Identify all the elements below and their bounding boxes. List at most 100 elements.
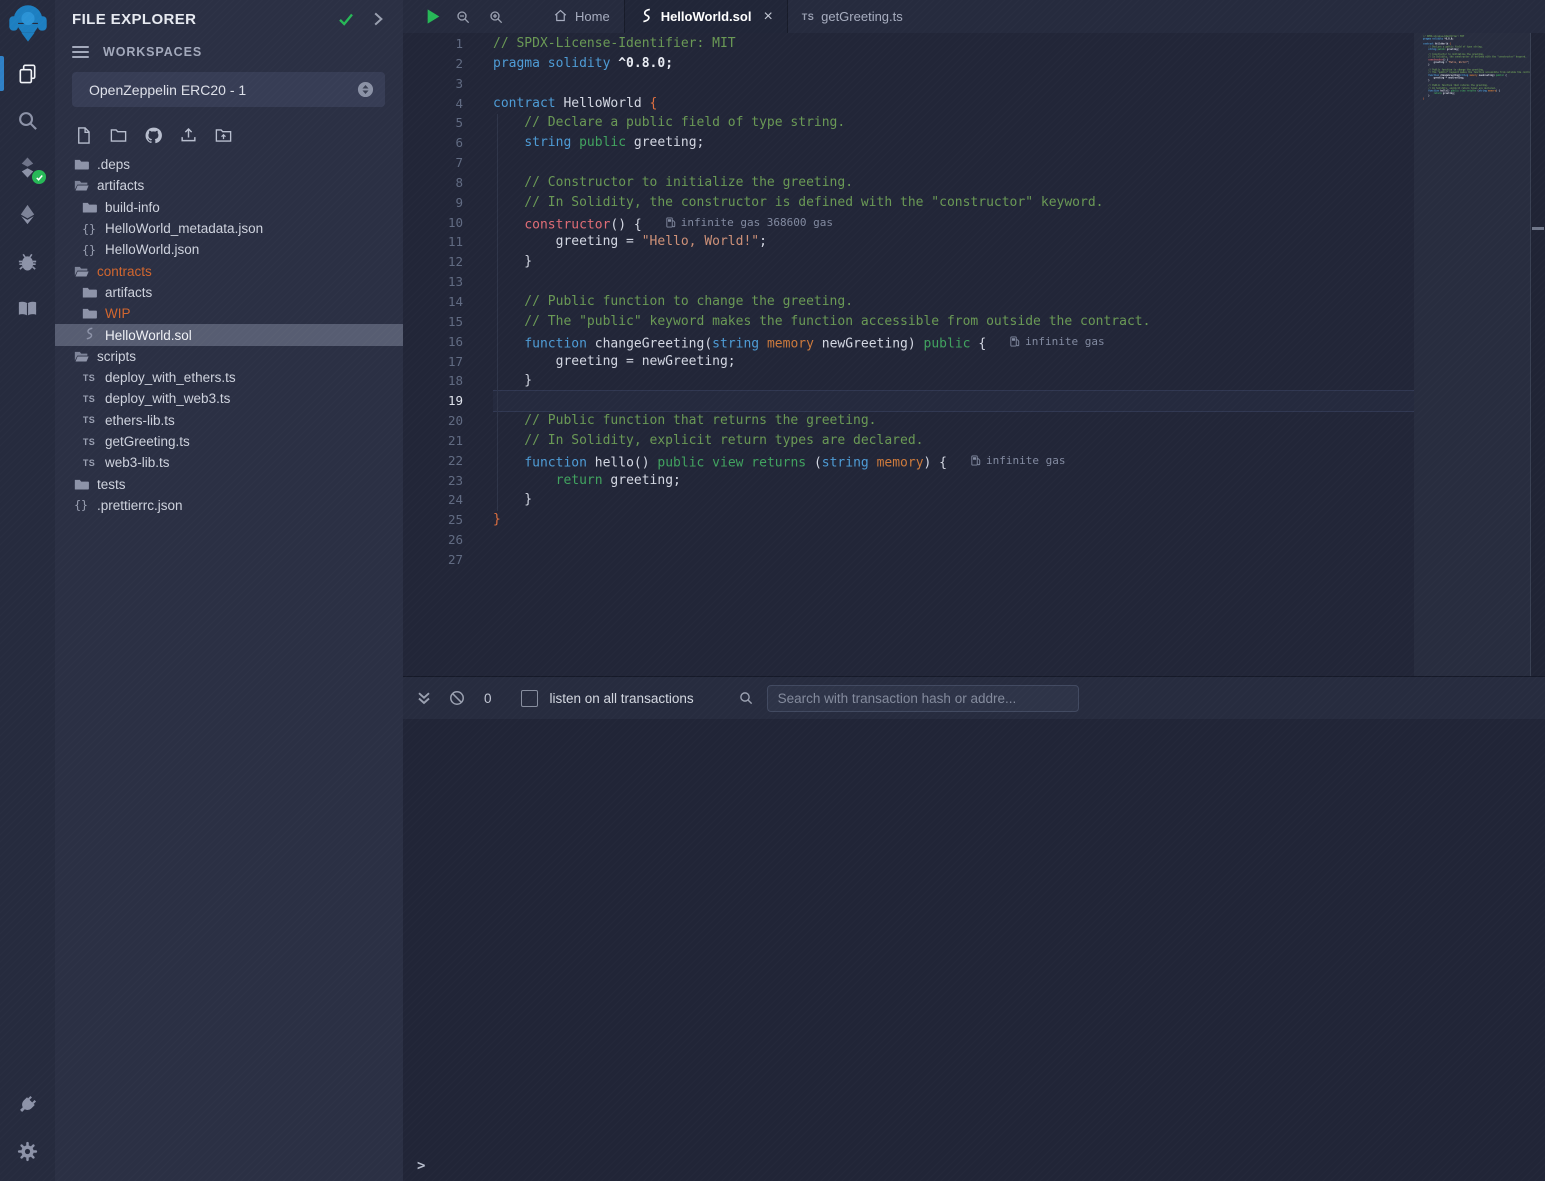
search-icon[interactable] (0, 97, 55, 144)
transaction-count: 0 (484, 691, 492, 706)
code-line[interactable]: return greeting; (493, 471, 1150, 491)
file-explorer-icon[interactable] (0, 50, 55, 97)
panel-chevron-right-icon[interactable] (369, 10, 387, 28)
plugin-manager-icon[interactable] (0, 1081, 55, 1128)
tree-item[interactable]: WIP (55, 303, 403, 324)
tree-item[interactable]: {}HelloWorld_metadata.json (55, 218, 403, 239)
zoom-out-button[interactable] (446, 0, 479, 33)
terminal-collapse-icon[interactable] (416, 690, 432, 706)
code-line[interactable] (493, 74, 1150, 94)
tree-item[interactable]: TSweb3-lib.ts (55, 452, 403, 473)
code-line[interactable]: // Public function to change the greetin… (493, 292, 1150, 312)
solidity-file-icon (639, 8, 654, 26)
tree-item[interactable]: .deps (55, 154, 403, 175)
line-number: 11 (403, 232, 463, 252)
upload-file-icon[interactable] (175, 124, 202, 146)
settings-icon[interactable] (0, 1128, 55, 1175)
deploy-and-run-icon[interactable] (0, 191, 55, 238)
compile-success-badge (32, 170, 46, 184)
tree-item[interactable]: artifacts (55, 175, 403, 196)
new-folder-icon[interactable] (105, 124, 132, 146)
terminal-clear-icon[interactable] (449, 690, 465, 706)
upload-folder-icon[interactable] (210, 124, 237, 146)
file-tree: .depsartifactsbuild-info{}HelloWorld_met… (55, 154, 403, 516)
line-number: 17 (403, 352, 463, 372)
code-line[interactable]: constructor() {infinite gas 368600 gas (493, 213, 1150, 233)
code-line[interactable]: string public greeting; (493, 133, 1150, 153)
code-line[interactable] (493, 550, 1150, 570)
tab-home[interactable]: Home (539, 0, 624, 33)
terminal-search-input[interactable] (767, 685, 1079, 712)
tree-item[interactable]: contracts (55, 260, 403, 281)
tab-getgreeting-ts[interactable]: TS getGreeting.ts (788, 0, 917, 33)
workspace-select[interactable]: OpenZeppelin ERC20 - 1 (72, 72, 385, 107)
code-line[interactable]: // In Solidity, explicit return types ar… (493, 431, 1150, 451)
remix-logo-icon[interactable] (5, 2, 51, 50)
json-file-icon: {} (80, 222, 98, 236)
tree-item[interactable]: build-info (55, 197, 403, 218)
tree-item[interactable]: HelloWorld.sol (55, 324, 403, 345)
terminal-output[interactable]: > (403, 719, 1545, 1181)
ts-file-icon: TS (80, 394, 98, 404)
folder-closed-icon (80, 286, 98, 299)
code-line[interactable]: } (493, 510, 1150, 530)
code-pane[interactable]: // SPDX-License-Identifier: MITpragma so… (493, 34, 1150, 570)
code-line[interactable]: function hello() public view returns (st… (493, 451, 1150, 471)
file-explorer-header: FILE EXPLORER (55, 0, 403, 28)
code-line[interactable] (493, 272, 1150, 292)
code-line[interactable]: contract HelloWorld { (493, 94, 1150, 114)
tree-item-label: artifacts (105, 285, 152, 300)
clone-github-icon[interactable] (140, 124, 167, 146)
minimap[interactable]: // SPDX-License-Identifier: MITpragma so… (1414, 33, 1530, 676)
line-number: 25 (403, 510, 463, 530)
editor-scrollbar[interactable] (1530, 33, 1545, 676)
workspaces-menu-icon[interactable] (72, 43, 89, 61)
tree-item-label: build-info (105, 200, 160, 215)
tree-item[interactable]: TSethers-lib.ts (55, 410, 403, 431)
code-line[interactable]: } (493, 371, 1150, 391)
close-tab-icon[interactable]: × (763, 9, 772, 25)
code-line[interactable]: greeting = newGreeting; (493, 352, 1150, 372)
code-line[interactable]: } (493, 490, 1150, 510)
tree-item[interactable]: {}.prettierrc.json (55, 495, 403, 516)
code-line[interactable]: } (493, 252, 1150, 272)
tree-item-label: HelloWorld.json (105, 242, 199, 257)
code-line[interactable]: // Constructor to initialize the greetin… (493, 173, 1150, 193)
line-number: 1 (403, 34, 463, 54)
code-editor[interactable]: 1234567891011121314151617181920212223242… (403, 33, 1545, 676)
tree-item[interactable]: tests (55, 473, 403, 494)
code-line[interactable]: // Public function that returns the gree… (493, 411, 1150, 431)
ts-file-icon: TS (80, 415, 98, 425)
code-line[interactable] (493, 530, 1150, 550)
solidity-compiler-icon[interactable] (0, 144, 55, 191)
scrollbar-thumb[interactable] (1532, 227, 1544, 230)
debugger-icon[interactable] (0, 238, 55, 285)
tree-item[interactable]: TSgetGreeting.ts (55, 431, 403, 452)
code-line[interactable]: // In Solidity, the constructor is defin… (493, 193, 1150, 213)
workspace-sort-icon[interactable] (357, 81, 374, 98)
learneth-icon[interactable] (0, 285, 55, 332)
workspace-check-icon[interactable] (337, 10, 355, 28)
code-line[interactable] (493, 391, 1150, 411)
code-line[interactable]: // The "public" keyword makes the functi… (493, 312, 1150, 332)
tree-item[interactable]: artifacts (55, 282, 403, 303)
new-file-icon[interactable] (70, 124, 97, 146)
tab-helloworld-sol[interactable]: HelloWorld.sol × (624, 0, 788, 33)
code-line[interactable]: // Declare a public field of type string… (493, 113, 1150, 133)
code-line[interactable]: pragma solidity ^0.8.0; (493, 54, 1150, 74)
folder-closed-icon (72, 478, 90, 491)
line-number: 27 (403, 550, 463, 570)
tree-item[interactable]: TSdeploy_with_web3.ts (55, 388, 403, 409)
line-number: 14 (403, 292, 463, 312)
tree-item[interactable]: scripts (55, 346, 403, 367)
run-script-button[interactable] (420, 0, 446, 33)
code-line[interactable] (493, 153, 1150, 173)
tree-item[interactable]: {}HelloWorld.json (55, 239, 403, 260)
code-line[interactable]: // SPDX-License-Identifier: MIT (493, 34, 1150, 54)
zoom-in-button[interactable] (479, 0, 512, 33)
workspaces-label: WORKSPACES (103, 45, 202, 59)
code-line[interactable]: greeting = "Hello, World!"; (493, 232, 1150, 252)
listen-all-transactions-checkbox[interactable] (521, 690, 538, 707)
code-line[interactable]: function changeGreeting(string memory ne… (493, 332, 1150, 352)
tree-item[interactable]: TSdeploy_with_ethers.ts (55, 367, 403, 388)
